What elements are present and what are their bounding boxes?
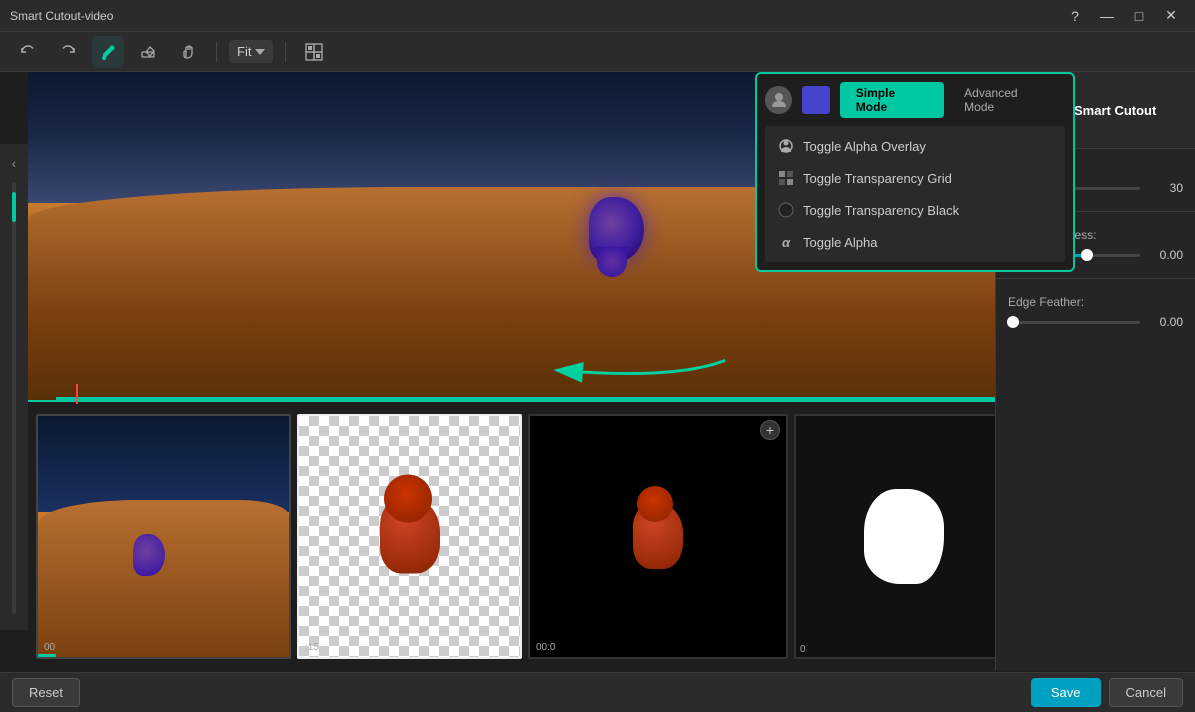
edge-feather-label: Edge Feather: [1008,295,1183,309]
thumb-time-4: 0 [800,644,806,655]
edge-thickness-thumb[interactable] [1081,249,1093,261]
edge-feather-thumb[interactable] [1007,316,1019,328]
simple-mode-tab[interactable]: Simple Mode [840,82,944,118]
mode-color-swatch[interactable] [802,86,829,114]
eraser-button[interactable] [132,36,164,68]
maximize-button[interactable]: □ [1125,2,1153,30]
thumb-img-desert [38,416,289,657]
minimize-button[interactable]: — [1093,2,1121,30]
thumbnail-black[interactable]: 00:0 + [528,414,788,659]
save-button[interactable]: Save [1031,678,1101,707]
side-nav: ‹ [0,144,28,630]
thumb-frame-mask: 0 [794,414,995,659]
close-button[interactable]: ✕ [1157,2,1185,30]
divider-2 [996,278,1195,279]
toggle-transparency-grid-label: Toggle Transparency Grid [803,171,952,186]
figure-blob-body [589,197,644,262]
thumbnail-original[interactable]: 00 [36,414,291,659]
mode-tabs: Simple Mode Advanced Mode [765,82,1065,118]
fit-selector[interactable]: Fit [229,40,273,63]
toggle-alpha-overlay-label: Toggle Alpha Overlay [803,139,926,154]
title-bar: Smart Cutout-video ? — □ ✕ [0,0,1195,32]
toggle-transparency-black-label: Toggle Transparency Black [803,203,959,218]
toggle-alpha-label: Toggle Alpha [803,235,877,250]
toggle-transparency-black-item[interactable]: Toggle Transparency Black [765,194,1065,226]
brush-button[interactable] [92,36,124,68]
thumbnail-transparent[interactable]: :15 [297,414,522,659]
mode-avatar [765,86,792,114]
edge-feather-section: Edge Feather: 0.00 [996,283,1195,341]
toggle-alpha-overlay-icon [777,137,795,155]
toggle-alpha-overlay-item[interactable]: Toggle Alpha Overlay [765,130,1065,162]
thumb-time-2: :15 [305,642,319,653]
thumb-mask-shape [864,489,944,584]
redo-button[interactable] [52,36,84,68]
toolbar-sep [216,42,217,62]
undo-button[interactable] [12,36,44,68]
bottom-right-buttons: Save Cancel [1031,678,1183,707]
checkered-button[interactable] [298,36,330,68]
edge-thickness-value: 0.00 [1148,248,1183,262]
thumbnail-mask[interactable]: 0 [794,414,995,659]
title-bar-left: Smart Cutout-video [10,9,113,23]
toolbar-sep2 [285,42,286,62]
timeline-progress-bar [56,397,995,400]
help-button[interactable]: ? [1061,2,1089,30]
toggle-alpha-icon: α [777,233,795,251]
toggle-transparency-grid-icon [777,169,795,187]
thumb-add-btn[interactable]: + [760,420,780,440]
thumbnail-strip: 00 :15 [28,400,995,670]
right-panel-title: Smart Cutout [1074,103,1156,118]
side-progress-thumb [12,192,16,222]
thumb-frame-transparent: :15 [297,414,522,659]
title-bar-controls: ? — □ ✕ [1061,2,1185,30]
mode-panel: Simple Mode Advanced Mode Toggle Alpha O… [755,72,1075,272]
fit-label: Fit [237,44,251,59]
dropdown-menu: Toggle Alpha Overlay Toggle Transparency… [765,126,1065,262]
thumb-frame-black: 00:0 + [528,414,788,659]
toggle-transparency-black-icon [777,201,795,219]
app-title: Smart Cutout-video [10,9,113,23]
thumb-time-3: 00:0 [536,642,555,653]
edge-feather-track[interactable] [1008,321,1140,324]
thumb-time-1: 00 [44,642,55,653]
figure-blob-bottom [597,247,627,277]
toolbar: Fit [0,32,1195,72]
toggle-alpha-item[interactable]: α Toggle Alpha [765,226,1065,258]
toggle-transparency-grid-item[interactable]: Toggle Transparency Grid [765,162,1065,194]
edge-feather-slider-row: 0.00 [1008,315,1183,329]
playhead [76,384,78,404]
advanced-mode-tab[interactable]: Advanced Mode [948,82,1065,118]
thumb-frame-original: 00 [36,414,291,659]
cancel-button[interactable]: Cancel [1109,678,1183,707]
right-panel-title-area: Smart Cutout [1074,103,1156,118]
hand-button[interactable] [172,36,204,68]
thumb-figure-transparent [380,499,440,574]
edge-feather-value: 0.00 [1148,315,1183,329]
bottom-bar: Reset Save Cancel [0,672,1195,712]
figure-on-sand [589,197,659,277]
side-nav-left[interactable]: ‹ [3,152,25,174]
side-progress-track [12,182,16,614]
brush-size-value: 30 [1148,181,1183,195]
reset-button[interactable]: Reset [12,678,80,707]
